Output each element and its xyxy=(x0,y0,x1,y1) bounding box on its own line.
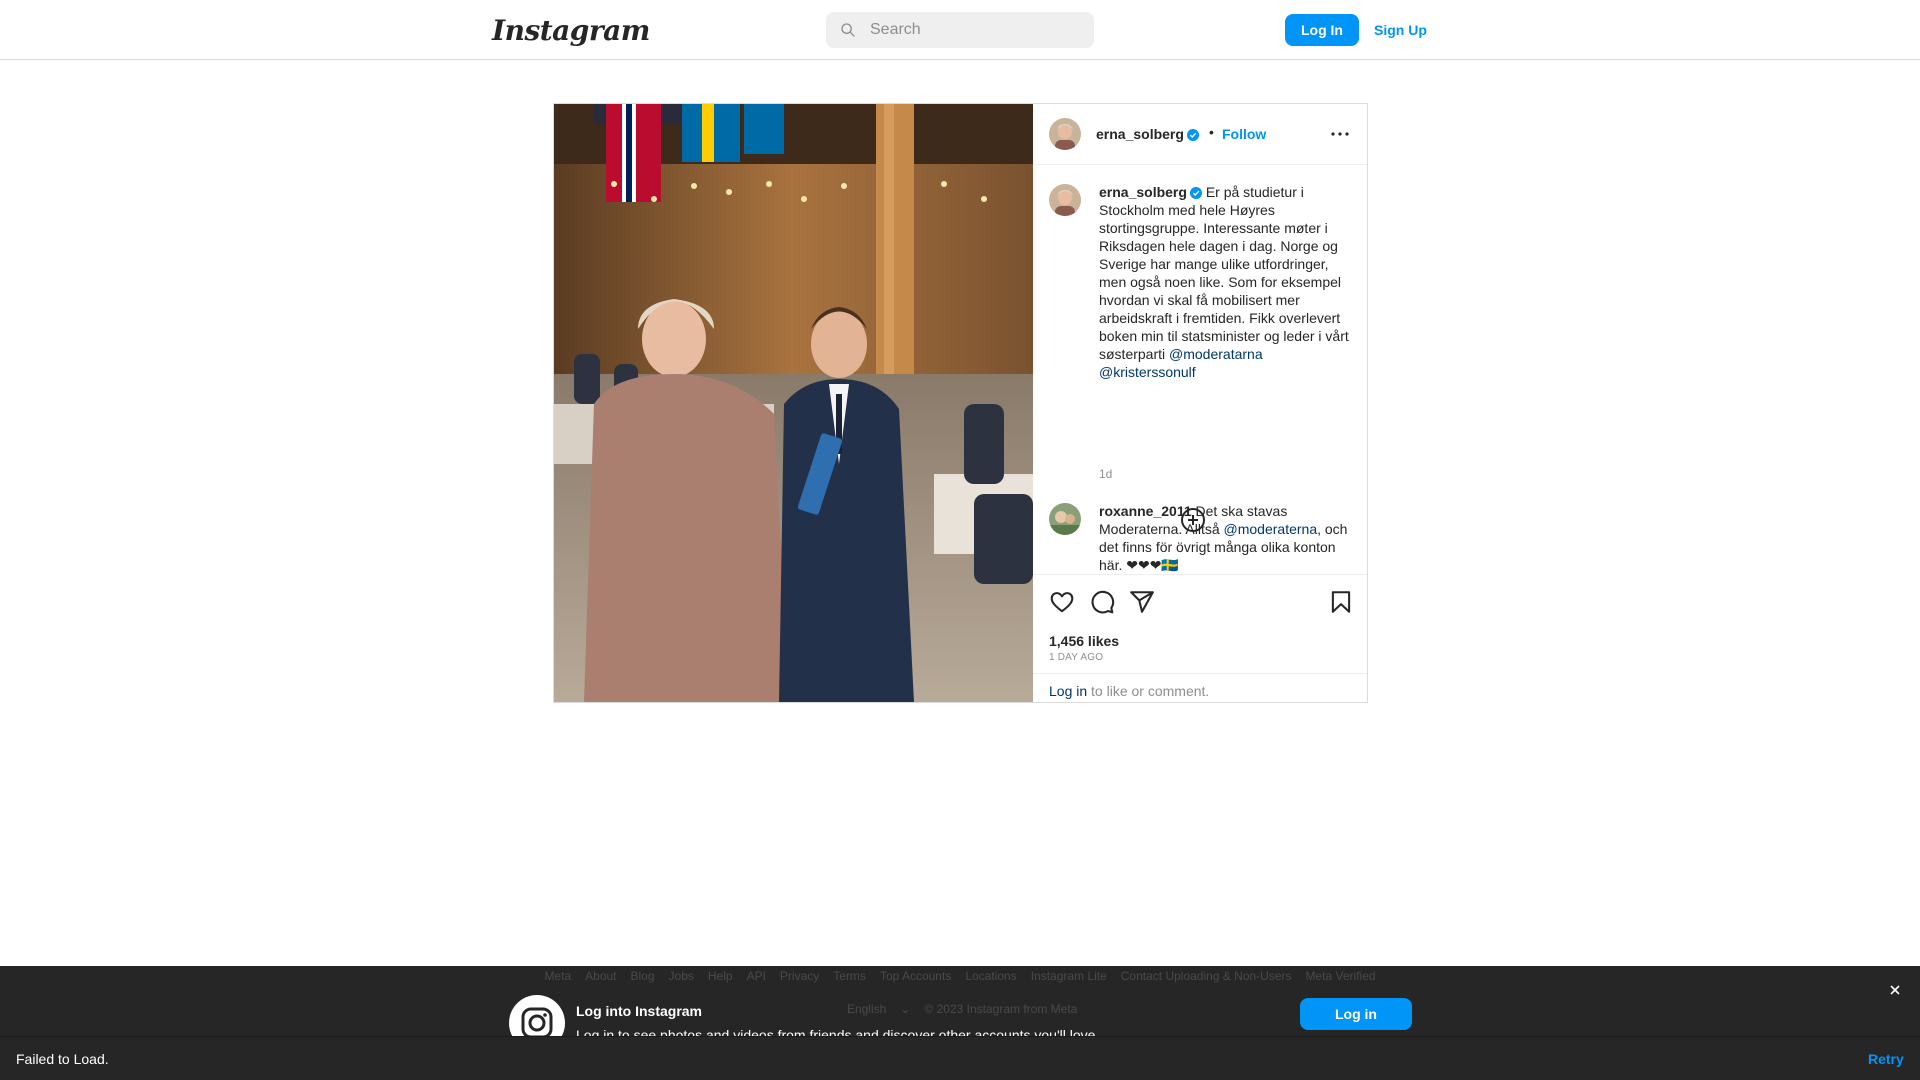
post-photo[interactable] xyxy=(554,104,1033,702)
footer-link[interactable]: Privacy xyxy=(780,966,819,986)
login-link[interactable]: Log in xyxy=(1049,683,1087,699)
language-selector[interactable]: English xyxy=(847,1002,886,1016)
footer-link[interactable]: Blog xyxy=(631,966,655,986)
follow-button[interactable]: Follow xyxy=(1222,126,1266,142)
save-bookmark-icon[interactable] xyxy=(1328,589,1354,615)
post-caption: erna_solberg Er på studietur i Stockholm… xyxy=(1099,183,1349,381)
footer-link[interactable]: Top Accounts xyxy=(880,966,951,986)
banner-login-button[interactable]: Log in xyxy=(1300,998,1412,1030)
footer-link[interactable]: API xyxy=(747,966,766,986)
caption-text: Er på studietur i Stockholm med hele Høy… xyxy=(1099,184,1349,362)
login-prompt-text: to like or comment. xyxy=(1087,683,1210,699)
mention-link[interactable]: @kristerssonulf xyxy=(1099,364,1196,380)
retry-button[interactable]: Retry xyxy=(1868,1051,1904,1067)
banner-title: Log into Instagram xyxy=(576,1003,702,1019)
instagram-logo[interactable]: Instagram xyxy=(492,14,650,47)
footer-link[interactable]: Contact Uploading & Non-Users xyxy=(1121,966,1292,986)
footer-link[interactable]: Locations xyxy=(965,966,1016,986)
comment-item: roxanne_2011 Det ska stavas Moderaterna.… xyxy=(1099,502,1354,574)
separator-dot: • xyxy=(1209,124,1214,140)
comment-author[interactable]: roxanne_2011 xyxy=(1099,503,1192,519)
close-icon[interactable] xyxy=(1887,982,1903,998)
footer-link[interactable]: About xyxy=(585,966,616,986)
chevron-down-icon: ⌄ xyxy=(900,1002,911,1016)
likes-count[interactable]: 1,456 likes xyxy=(1049,633,1119,649)
post-card: erna_solberg • Follow erna_solberg Er på… xyxy=(553,103,1368,703)
footer-link[interactable]: Help xyxy=(708,966,733,986)
top-navigation-bar: Instagram Log In Sign Up xyxy=(0,0,1920,60)
login-button[interactable]: Log In xyxy=(1285,14,1359,46)
post-details-panel: erna_solberg • Follow erna_solberg Er på… xyxy=(1033,104,1367,702)
footer-meta: English ⌄ © 2023 Instagram from Meta xyxy=(847,1002,1091,1016)
footer-links: Meta About Blog Jobs Help API Privacy Terms Top … xyxy=(0,966,1920,986)
post-header: erna_solberg • Follow xyxy=(1033,104,1367,165)
footer-link[interactable]: Meta xyxy=(544,966,571,986)
mention-link[interactable]: @moderatarna xyxy=(1169,346,1263,362)
share-send-icon[interactable] xyxy=(1129,589,1155,615)
footer-link[interactable]: Meta Verified xyxy=(1306,966,1376,986)
mention-link[interactable]: @moderaterna xyxy=(1224,521,1318,537)
caption-timestamp[interactable]: 1d xyxy=(1099,467,1112,481)
footer-link[interactable]: Jobs xyxy=(669,966,694,986)
post-actions: 1,456 likes 1 DAY AGO Log in to like or … xyxy=(1033,574,1367,702)
search-box[interactable] xyxy=(826,12,1094,48)
caption-author[interactable]: erna_solberg xyxy=(1099,184,1187,200)
author-avatar[interactable] xyxy=(1049,118,1081,150)
verified-badge-icon xyxy=(1186,129,1199,141)
error-toast: Failed to Load. Retry xyxy=(0,1036,1920,1080)
footer-link[interactable]: Instagram Lite xyxy=(1031,966,1107,986)
verified-badge-icon xyxy=(1189,187,1202,199)
caption-author-avatar[interactable] xyxy=(1049,184,1081,216)
like-heart-icon[interactable] xyxy=(1049,589,1075,615)
signup-link[interactable]: Sign Up xyxy=(1368,14,1433,46)
commenter-avatar[interactable] xyxy=(1049,503,1081,535)
footer-link[interactable]: Terms xyxy=(833,966,866,986)
login-to-comment: Log in to like or comment. xyxy=(1033,673,1367,703)
more-options-icon[interactable] xyxy=(1328,126,1352,142)
toast-message: Failed to Load. xyxy=(16,1051,109,1067)
comment-bubble-icon[interactable] xyxy=(1089,589,1115,615)
search-icon xyxy=(841,23,855,37)
swedish-flag xyxy=(682,104,784,162)
copyright: © 2023 Instagram from Meta xyxy=(924,1002,1078,1016)
post-author[interactable]: erna_solberg xyxy=(1096,126,1199,144)
comments-list[interactable]: erna_solberg Er på studietur i Stockholm… xyxy=(1033,166,1367,574)
author-username[interactable]: erna_solberg xyxy=(1096,126,1184,142)
post-date[interactable]: 1 DAY AGO xyxy=(1049,652,1103,663)
norwegian-flag xyxy=(606,104,661,202)
search-input[interactable] xyxy=(870,12,1080,48)
